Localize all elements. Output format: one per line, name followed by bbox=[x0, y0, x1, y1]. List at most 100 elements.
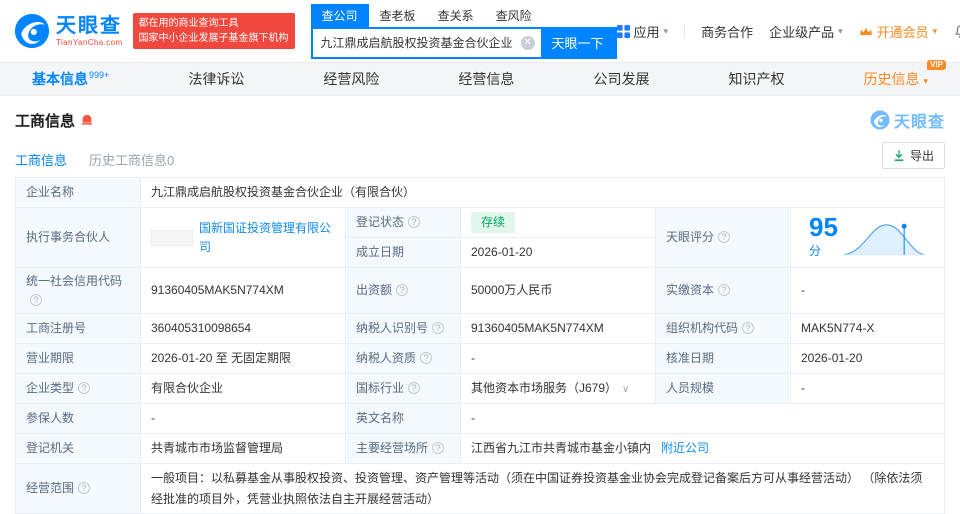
section-title-text: 工商信息 bbox=[15, 112, 76, 130]
help-icon[interactable]: ? bbox=[432, 322, 445, 335]
menu-enterprise[interactable]: 企业级产品 ▾ bbox=[769, 22, 843, 41]
reg-status-value: 存续 bbox=[460, 207, 656, 238]
help-icon[interactable]: ? bbox=[432, 442, 445, 455]
business-info-table: 企业名称 九江鼎成启航股权投资基金合伙企业（有限合伙） 执行事务合伙人 国新国证… bbox=[15, 177, 945, 514]
help-icon[interactable]: ? bbox=[408, 382, 421, 395]
english-name-value: - bbox=[460, 403, 945, 435]
tianyancha-swirl-icon bbox=[870, 110, 890, 130]
search-tab-relation[interactable]: 查关系 bbox=[426, 3, 485, 27]
taxpayer-id-value: 91360405MAK5N774XM bbox=[460, 313, 656, 345]
help-icon[interactable]: ? bbox=[396, 284, 409, 297]
tab-basic-info-badge: 999+ bbox=[89, 70, 110, 81]
founded-label: 成立日期 bbox=[345, 237, 461, 268]
top-menu: 应用 ▾ 商务合作 企业级产品 ▾ 开通会员 ▾ 费米 bbox=[616, 22, 960, 41]
company-name-value: 九江鼎成启航股权投资基金合伙企业（有限合伙） bbox=[140, 177, 945, 208]
page-header: 天眼查 TianYanCha.com 都在用的商业查询工具 国家中小企业发展子基… bbox=[0, 0, 960, 62]
industry-value: 其他资本市场服务（J679） ∨ bbox=[460, 373, 656, 405]
taxpayer-quality-label: 纳税人资质? bbox=[345, 343, 461, 375]
business-place-value: 江西省九江市共青城市基金小镇内 附近公司 bbox=[460, 433, 945, 465]
score-value-cell: 95分 bbox=[790, 207, 945, 268]
tab-intellectual-property[interactable]: 知识产权 bbox=[729, 69, 785, 89]
notifications-bell[interactable] bbox=[953, 24, 960, 39]
taxpayer-quality-value: - bbox=[460, 343, 656, 375]
company-nav-bar: 基本信息999+ 法律诉讼 经营风险 经营信息 公司发展 知识产权 历史信息 ▾… bbox=[0, 60, 960, 96]
help-icon[interactable]: ? bbox=[718, 231, 731, 244]
org-code-value: MAK5N774-X bbox=[790, 313, 945, 345]
company-type-value: 有限合伙企业 bbox=[140, 373, 346, 405]
crown-icon bbox=[859, 27, 872, 35]
apps-grid-icon bbox=[616, 24, 630, 38]
tab-basic-info-label: 基本信息 bbox=[32, 71, 88, 87]
business-scope-value: 一般项目：以私募基金从事股权投资、投资管理、资产管理等活动（须在中国证券投资基金… bbox=[140, 463, 945, 514]
score-label: 天眼评分? bbox=[655, 207, 791, 268]
help-icon[interactable]: ? bbox=[718, 284, 731, 297]
tianyancha-logo[interactable]: 天眼查 TianYanCha.com bbox=[14, 13, 123, 49]
search-area: 查公司 查老板 查关系 查风险 ✕ 天眼一下 bbox=[310, 3, 617, 59]
partner-label: 执行事务合伙人 bbox=[15, 207, 141, 268]
search-tab-company[interactable]: 查公司 bbox=[310, 3, 369, 27]
score-curve-chart[interactable] bbox=[842, 216, 926, 260]
tab-history-info-label: 历史信息 bbox=[863, 71, 920, 87]
search-tab-boss[interactable]: 查老板 bbox=[368, 3, 427, 27]
menu-membership[interactable]: 开通会员 ▾ bbox=[859, 22, 938, 41]
subtab-business-info[interactable]: 工商信息 bbox=[15, 150, 67, 169]
help-icon[interactable]: ? bbox=[78, 482, 91, 495]
partner-value: 国新国证投资管理有限公司 bbox=[140, 207, 346, 268]
tab-company-development-label: 公司发展 bbox=[593, 71, 650, 87]
subtab-history-business-info[interactable]: 历史工商信息0 bbox=[89, 150, 174, 169]
search-input[interactable] bbox=[312, 28, 521, 57]
table-row-partner-status: 执行事务合伙人 国新国证投资管理有限公司 登记状态? 存续 天眼评分? 95分 bbox=[15, 207, 945, 268]
insured-count-value: - bbox=[140, 403, 346, 435]
tab-legal-proceedings[interactable]: 法律诉讼 bbox=[188, 69, 244, 89]
table-row-company-name: 企业名称 九江鼎成启航股权投资基金合伙企业（有限合伙） bbox=[15, 177, 945, 208]
org-code-label: 组织机构代码? bbox=[655, 313, 791, 345]
menu-cooperation[interactable]: 商务合作 bbox=[701, 22, 753, 41]
term-label: 营业期限 bbox=[15, 343, 141, 375]
business-scope-label: 经营范围? bbox=[15, 463, 141, 514]
export-button[interactable]: 导出 bbox=[881, 142, 945, 169]
tab-operating-risk-label: 经营风险 bbox=[323, 71, 380, 87]
search-tab-risk[interactable]: 查风险 bbox=[484, 3, 543, 27]
help-icon[interactable]: ? bbox=[78, 382, 91, 395]
alarm-icon[interactable] bbox=[80, 113, 94, 127]
search-box: ✕ 天眼一下 bbox=[310, 26, 617, 59]
taxpayer-id-label: 纳税人识别号? bbox=[345, 313, 461, 345]
chevron-down-icon: ▾ bbox=[932, 25, 938, 36]
industry-label: 国标行业? bbox=[345, 373, 461, 405]
logo-text: 天眼查 TianYanCha.com bbox=[56, 16, 123, 47]
partner-company-link[interactable]: 国新国证投资管理有限公司 bbox=[199, 219, 335, 256]
tab-company-development[interactable]: 公司发展 bbox=[593, 69, 649, 89]
registry-label: 登记机关 bbox=[15, 433, 141, 465]
brand-slogan: 都在用的商业查询工具 国家中小企业发展子基金旗下机构 bbox=[132, 13, 295, 49]
bell-icon bbox=[955, 24, 960, 38]
tab-history-info[interactable]: 历史信息 ▾ VIP bbox=[863, 60, 946, 89]
tab-operating-risk[interactable]: 经营风险 bbox=[323, 69, 379, 89]
company-name-label: 企业名称 bbox=[15, 177, 141, 208]
search-button[interactable]: 天眼一下 bbox=[540, 28, 615, 57]
credit-code-value: 91360405MAK5N774XM bbox=[140, 266, 346, 315]
tab-operating-info-label: 经营信息 bbox=[458, 71, 515, 87]
menu-divider bbox=[684, 24, 686, 38]
capital-label: 出资额? bbox=[345, 266, 461, 315]
chevron-down-icon: ▾ bbox=[663, 25, 669, 36]
help-icon[interactable]: ? bbox=[742, 322, 755, 335]
help-icon[interactable]: ? bbox=[30, 293, 42, 306]
menu-apps[interactable]: 应用 ▾ bbox=[616, 22, 669, 41]
capital-value: 50000万人民币 bbox=[460, 266, 656, 315]
search-tabs: 查公司 查老板 查关系 查风险 bbox=[310, 3, 617, 27]
table-row-insured: 参保人数 - 英文名称 - bbox=[15, 403, 945, 435]
status-badge: 存续 bbox=[471, 212, 516, 233]
vip-badge: VIP bbox=[927, 60, 946, 71]
tab-basic-info[interactable]: 基本信息999+ bbox=[32, 69, 109, 89]
nearby-companies-link[interactable]: 附近公司 bbox=[661, 441, 709, 455]
export-button-label: 导出 bbox=[909, 149, 934, 163]
chevron-down-icon[interactable]: ∨ bbox=[622, 384, 629, 395]
clear-icon[interactable]: ✕ bbox=[520, 35, 535, 50]
reg-no-value: 360405310098654 bbox=[140, 313, 346, 345]
approve-date-value: 2026-01-20 bbox=[790, 343, 945, 375]
subtab-row: 工商信息 历史工商信息0 导出 bbox=[15, 142, 945, 169]
help-icon[interactable]: ? bbox=[408, 216, 421, 229]
menu-membership-label: 开通会员 bbox=[876, 24, 929, 40]
help-icon[interactable]: ? bbox=[420, 352, 433, 365]
tab-operating-info[interactable]: 经营信息 bbox=[458, 69, 514, 89]
